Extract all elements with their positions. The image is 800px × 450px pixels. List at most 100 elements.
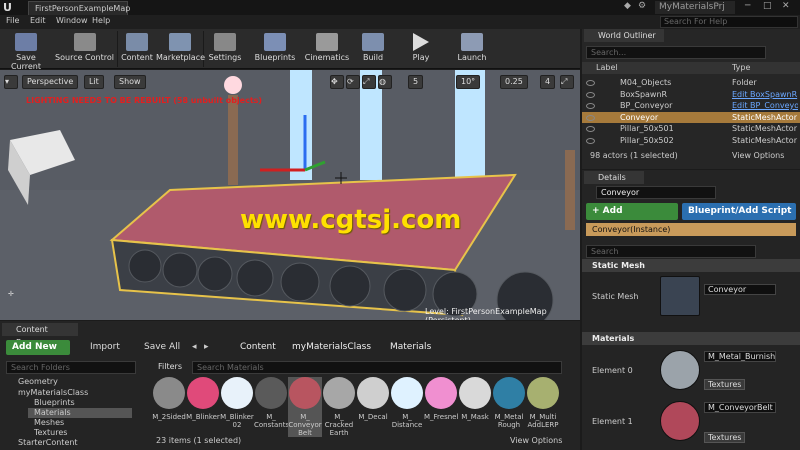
rotate-icon[interactable]: ⟳	[346, 75, 360, 89]
world-outliner-tab[interactable]: World Outliner	[584, 29, 664, 42]
visibility-eye-icon[interactable]	[586, 92, 595, 98]
add-new-button[interactable]: Add New	[6, 340, 70, 355]
forward-icon[interactable]: ▸	[204, 342, 209, 352]
import-button[interactable]: Import	[90, 342, 120, 352]
filters-button[interactable]: Filters	[158, 362, 182, 371]
actor-name-field[interactable]: Conveyor	[596, 186, 716, 199]
path-content[interactable]: Content	[240, 342, 276, 352]
tree-item-startercontent[interactable]: StarterContent	[18, 438, 78, 448]
search-help-input[interactable]: Search For Help	[660, 16, 798, 28]
save-current-button[interactable]: Save Current	[2, 31, 50, 71]
lit-button[interactable]: Lit	[84, 75, 104, 89]
minimize-icon[interactable]: ─	[745, 1, 750, 11]
asset-tile-selected[interactable]: M_ Conveyor Belt	[288, 377, 322, 437]
level-viewport[interactable]: ▾ Perspective Lit Show ✥ ⟳ ⤢ ◍ 5 10° 0.2…	[0, 70, 580, 320]
static-mesh-section[interactable]: Static Mesh	[582, 259, 800, 272]
build-button[interactable]: Build	[356, 31, 390, 67]
content-browser-tab[interactable]: Content Browser	[2, 323, 78, 347]
instance-row[interactable]: Conveyor(Instance)	[586, 223, 796, 236]
visibility-eye-icon[interactable]	[586, 126, 595, 132]
tree-item-geometry[interactable]: Geometry	[18, 377, 58, 387]
outliner-row[interactable]: M04_Objects Folder	[582, 77, 800, 88]
outliner-row[interactable]: Pillar_50x502 StaticMeshActor	[582, 135, 800, 146]
element0-dropdown[interactable]: M_Metal_Burnished_	[704, 351, 776, 362]
show-button[interactable]: Show	[114, 75, 146, 89]
details-tab[interactable]: Details	[584, 171, 644, 184]
menu-window[interactable]: Window	[56, 16, 88, 25]
asset-tile[interactable]: M_ Constants	[254, 377, 289, 429]
asset-tile[interactable]: M_ Cracked Earth	[322, 377, 356, 437]
tree-item-textures[interactable]: Textures	[34, 428, 67, 438]
content-button[interactable]: Content	[120, 31, 154, 67]
path-myMaterialsClass[interactable]: myMaterialsClass	[292, 342, 371, 352]
launch-button[interactable]: Launch	[454, 31, 490, 67]
translate-icon[interactable]: ✥	[330, 75, 344, 89]
outliner-row[interactable]: BP_Conveyor Edit BP_Conveyor	[582, 100, 800, 111]
element1-thumbnail[interactable]	[660, 401, 700, 441]
perspective-button[interactable]: Perspective	[22, 75, 79, 89]
content-view-options[interactable]: View Options	[510, 436, 562, 445]
marketplace-button[interactable]: Marketplace	[156, 31, 205, 67]
close-icon[interactable]: ✕	[782, 1, 790, 11]
asset-tile[interactable]: M_Blinker	[186, 377, 220, 421]
notification-icon[interactable]: ◆	[624, 1, 631, 11]
element1-dropdown[interactable]: M_ConveyorBelt	[704, 402, 776, 413]
settings-icon[interactable]: ⚙	[638, 1, 646, 11]
outliner-view-options[interactable]: View Options	[732, 151, 784, 160]
maximize-viewport-icon[interactable]: ⤢	[560, 75, 574, 89]
outliner-row[interactable]: BoxSpawnR Edit BoxSpawnR	[582, 89, 800, 100]
tree-item-meshes[interactable]: Meshes	[34, 418, 64, 428]
outliner-row-selected[interactable]: Conveyor StaticMeshActor	[582, 112, 800, 123]
cinematics-button[interactable]: Cinematics	[302, 31, 352, 67]
label-column-header[interactable]: Label	[596, 62, 618, 74]
maximize-icon[interactable]: □	[763, 1, 772, 11]
asset-tile[interactable]: M_2Sided	[152, 377, 186, 421]
outliner-search-input[interactable]: Search...	[586, 46, 766, 59]
level-tab[interactable]: FirstPersonExampleMap	[28, 1, 130, 15]
settings-button[interactable]: Settings	[206, 31, 244, 67]
source-control-button[interactable]: Source Control	[52, 31, 118, 67]
camera-speed-value[interactable]: 4	[540, 75, 556, 89]
static-mesh-dropdown[interactable]: Conveyor	[704, 284, 776, 295]
details-search-input[interactable]: Search	[586, 245, 756, 258]
asset-tile[interactable]: M_Multi AddLERP	[526, 377, 560, 429]
scale-snap-value[interactable]: 0.25	[500, 75, 528, 89]
visibility-eye-icon[interactable]	[586, 138, 595, 144]
blueprint-add-script-button[interactable]: Blueprint/Add Script	[682, 203, 796, 220]
tree-item-materials[interactable]: Materials	[28, 408, 132, 418]
menu-edit[interactable]: Edit	[30, 16, 46, 25]
angle-snap-value[interactable]: 10°	[456, 75, 481, 89]
back-icon[interactable]: ◂	[192, 342, 197, 352]
asset-tile[interactable]: M_Blinker 02	[220, 377, 254, 429]
menu-file[interactable]: File	[6, 16, 19, 25]
grid-snap-value[interactable]: 5	[408, 75, 424, 89]
scale-icon[interactable]: ⤢	[362, 75, 376, 89]
viewport-options-icon[interactable]: ▾	[4, 75, 18, 89]
save-all-button[interactable]: Save All	[144, 342, 180, 352]
path-materials[interactable]: Materials	[390, 342, 431, 352]
static-mesh-thumbnail[interactable]	[660, 276, 700, 316]
play-button[interactable]: Play	[404, 31, 438, 67]
search-folders-input[interactable]: Search Folders	[6, 361, 136, 374]
asset-tile[interactable]: M_ Distance	[390, 377, 424, 429]
element0-thumbnail[interactable]	[660, 350, 700, 390]
add-component-button[interactable]: + Add Component	[586, 203, 678, 233]
outliner-row[interactable]: Pillar_50x501 StaticMeshActor	[582, 123, 800, 134]
visibility-eye-icon[interactable]	[586, 80, 595, 86]
element0-textures-button[interactable]: Textures	[704, 379, 746, 390]
asset-tile[interactable]: M_Metal Rough	[492, 377, 526, 429]
visibility-eye-icon[interactable]	[586, 103, 595, 109]
search-materials-input[interactable]: Search Materials	[192, 361, 562, 374]
world-icon[interactable]: ◍	[378, 75, 392, 89]
materials-section[interactable]: Materials	[582, 332, 800, 345]
menu-help[interactable]: Help	[92, 16, 110, 25]
type-column-header[interactable]: Type	[732, 62, 750, 74]
asset-tile[interactable]: M_Decal	[356, 377, 390, 421]
asset-tile[interactable]: M_Mask	[458, 377, 492, 421]
asset-tile[interactable]: M_Fresnel	[424, 377, 458, 421]
tree-item-blueprints[interactable]: Blueprints	[34, 398, 75, 408]
visibility-eye-icon[interactable]	[586, 115, 595, 121]
element1-textures-button[interactable]: Textures	[704, 432, 746, 443]
blueprints-button[interactable]: Blueprints	[250, 31, 300, 67]
tree-item-mymaterialsclass[interactable]: myMaterialsClass	[18, 388, 88, 398]
